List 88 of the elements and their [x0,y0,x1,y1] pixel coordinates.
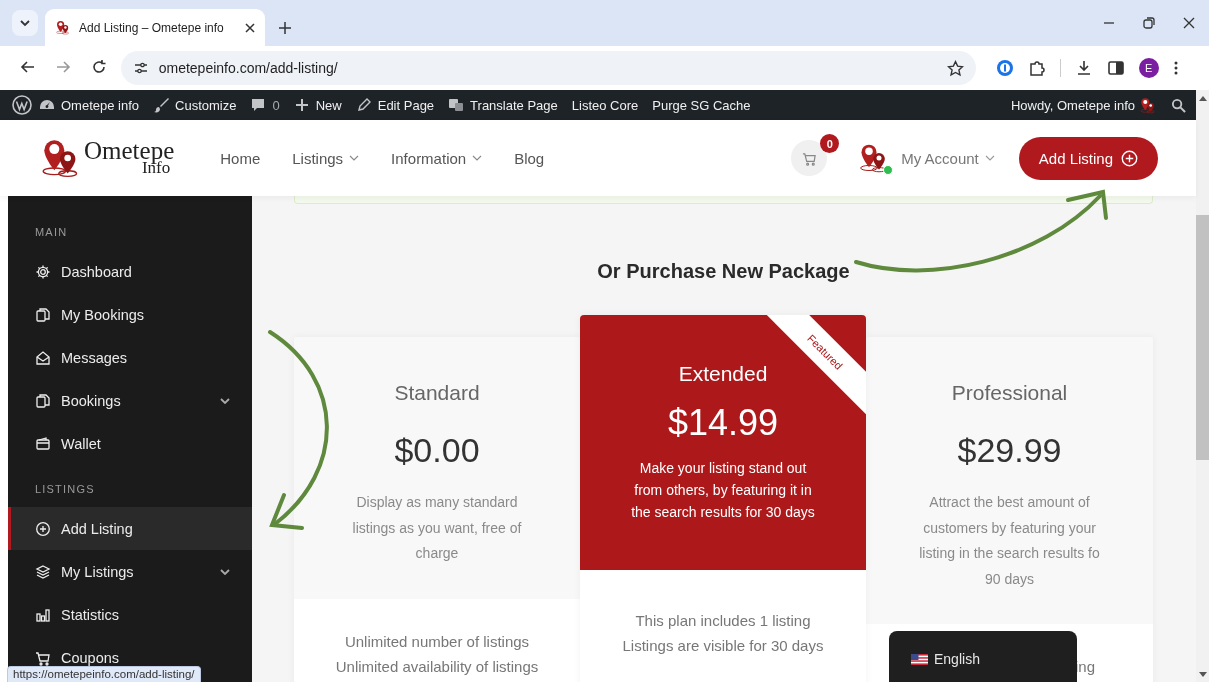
my-account-menu[interactable]: My Account [901,149,995,167]
tune-icon[interactable] [132,60,149,76]
star-icon[interactable] [946,59,964,77]
section-title: Or Purchase New Package [596,259,851,283]
chevron-down-icon [472,155,483,161]
cart-icon [35,649,51,666]
envelope-icon [35,349,51,366]
package-description: Make your listing stand out from others, by featuring it in the search results for 30 days [630,459,816,522]
package-description: Attract the best amount of customers by featuring your listing in the search results fo 90 days [918,493,1101,589]
logo-title: Ometepe [84,141,175,162]
chevron-down-icon [220,397,230,404]
sidebar-item[interactable]: Messages [8,336,252,379]
documents-icon [35,392,51,409]
admin-bar-link[interactable]: Ometepe info [61,97,140,113]
add-listing-button[interactable]: Add Listing [1018,136,1158,180]
bar-chart-icon [35,606,51,623]
address-bar[interactable]: ometepeinfo.com/add-listing/ [120,51,976,85]
tab-list-button[interactable] [12,10,38,36]
scrollbar-thumb[interactable] [1196,215,1209,460]
package-name: Standard [393,380,481,406]
restore-icon[interactable] [1143,17,1155,29]
chevron-down-icon [349,155,360,161]
cart-icon [801,150,817,166]
status-url-tooltip: https://ometepeinfo.com/add-listing/ [7,666,201,682]
sidebar-item[interactable]: Statistics [8,593,252,636]
layers-icon [35,563,51,580]
comment-count[interactable]: 0 [272,97,280,113]
new-tab-icon[interactable] [279,22,291,34]
documents-icon [35,306,51,323]
package-feature: Unlimited availability of listings [335,656,539,677]
nav-link[interactable]: Blog [498,149,561,167]
admin-bar-link[interactable]: Translate Page [470,97,558,113]
forward-icon[interactable] [55,58,72,75]
nav-link[interactable]: Listings [276,149,376,167]
sidebar-item[interactable]: My Bookings [8,293,252,336]
sidebar-item[interactable]: Dashboard [8,250,252,293]
gear-icon [35,263,51,280]
pencil-icon [355,97,372,113]
plus-circle-icon [1121,149,1138,167]
package-name: Professional [950,380,1069,406]
package-feature: This plan includes 1 listing [635,611,811,631]
admin-bar-link[interactable]: Edit Page [377,97,435,113]
brush-icon [153,97,170,113]
admin-bar-link[interactable]: Customize [175,97,237,113]
logo-icon[interactable] [12,95,32,115]
sidebar-item[interactable]: Add Listing [8,507,252,550]
plus-circle-icon [35,520,51,537]
close-icon[interactable] [245,22,255,33]
menu-icon[interactable] [1172,60,1179,76]
back-icon[interactable] [20,58,36,75]
close-icon[interactable] [1183,17,1195,29]
extension-icon[interactable] [995,59,1014,77]
section-heading: LISTINGS [34,482,96,497]
scroll-down-icon[interactable] [1198,672,1207,678]
reload-icon[interactable] [90,58,107,75]
package-price: $14.99 [666,401,780,445]
package-feature: Listings are visible for 30 days [622,636,824,656]
site-favicon-icon [55,20,71,35]
chevron-down-icon [220,568,230,575]
admin-bar-link[interactable]: Purge SG Cache [652,97,751,113]
scroll-up-icon[interactable] [1198,95,1207,101]
plus-icon [293,97,310,113]
side-panel-icon[interactable] [1106,59,1125,77]
chevron-down-icon [984,155,995,161]
search-icon[interactable] [1171,97,1186,113]
cart-button[interactable] [791,140,828,176]
greeting-link[interactable]: Howdy, Ometepe info [1010,97,1135,113]
sidebar-item[interactable]: My Listings [8,550,252,593]
cart-count-badge: 0 [820,134,840,153]
user-avatar-icon [1139,96,1157,114]
wallet-icon [35,435,51,452]
admin-bar-link[interactable]: New [315,97,342,113]
package-price: $0.00 [393,430,481,471]
package-description: Display as many standard listings as you want, free of charge [351,493,523,563]
package-feature: Unlimited number of listings [344,631,530,652]
sidebar-item[interactable]: Bookings [8,379,252,422]
comment-icon [250,97,267,113]
sidebar-item[interactable]: Wallet [8,422,252,465]
puzzle-icon[interactable] [1027,59,1046,77]
profile-avatar[interactable]: E [1138,58,1159,78]
nav-link[interactable]: Home [204,149,277,167]
section-heading: MAIN [34,225,69,240]
package-price: $29.99 [956,430,1063,471]
translate-icon [448,97,465,113]
browser-tab[interactable]: Add Listing – Ometepe info [45,9,265,46]
nav-link[interactable]: Information [375,149,499,167]
admin-bar-link[interactable]: Listeo Core [571,97,639,113]
flag-icon [911,653,928,665]
